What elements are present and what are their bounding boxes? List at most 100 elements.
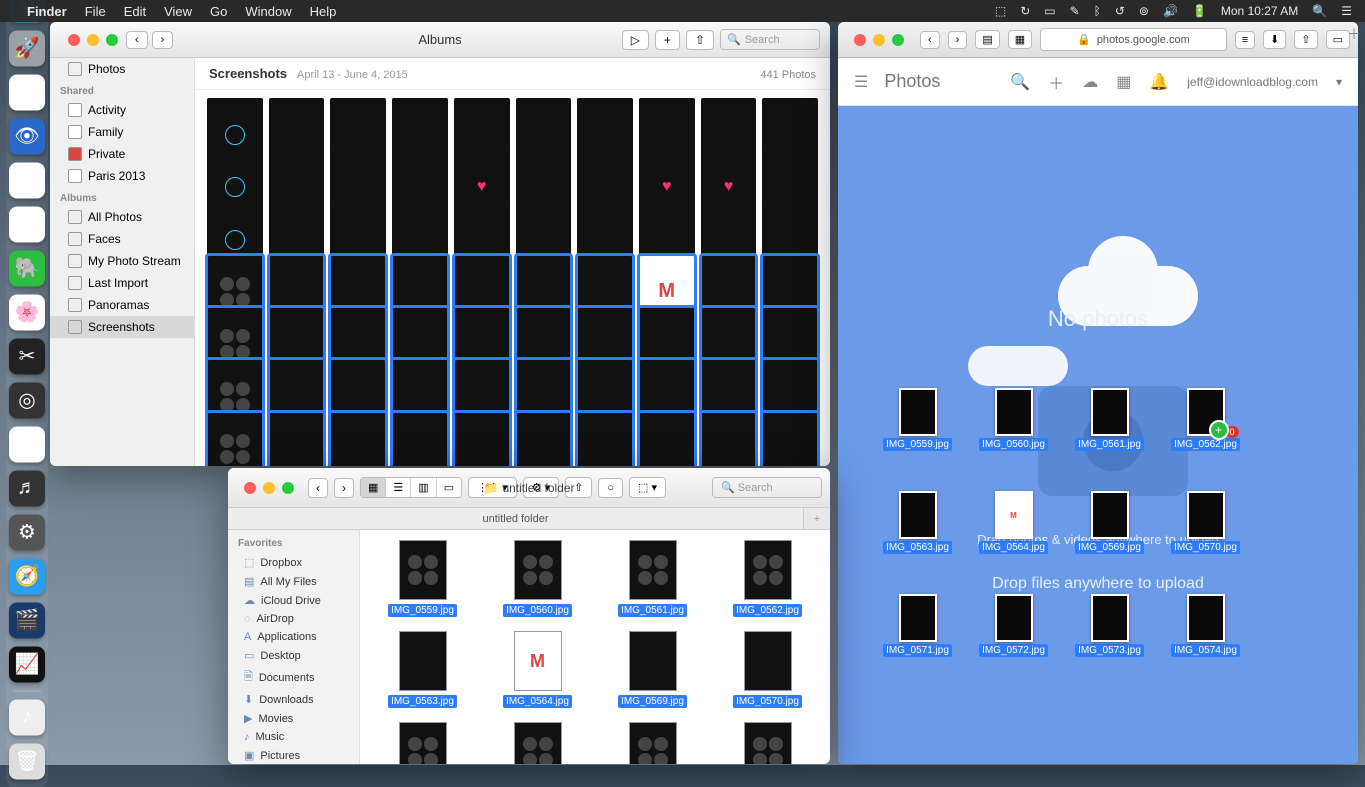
sidebar-item-applications[interactable]: AApplications [228, 628, 359, 646]
tab-untitled[interactable]: untitled folder [228, 508, 804, 529]
photo-thumb[interactable] [330, 412, 386, 466]
add-button[interactable]: + [655, 30, 680, 50]
sidebar-item-downloads[interactable]: ⬇Downloads [228, 690, 359, 709]
sidebar-item-dropbox[interactable]: ⬚Dropbox [228, 553, 359, 572]
sidebar-item-paris-2013[interactable]: Paris 2013 [50, 165, 194, 187]
share-button[interactable]: ⇧ [1294, 30, 1317, 49]
dock-app-itunes[interactable]: ♬ [9, 470, 45, 506]
url-bar[interactable]: 🔒 photos.google.com [1040, 28, 1227, 51]
back-button[interactable]: ‹ [126, 31, 148, 49]
file-item[interactable]: MIMG_0564.jpg [485, 631, 590, 708]
photo-thumb[interactable] [577, 412, 633, 466]
sync-icon[interactable]: ↻ [1015, 4, 1035, 18]
timemachine-icon[interactable]: ↺ [1110, 4, 1130, 18]
reader-button[interactable]: ≡ [1235, 31, 1255, 49]
volume-icon[interactable]: 🔊 [1158, 4, 1183, 18]
search-input[interactable]: 🔍 Search [712, 477, 822, 498]
file-item[interactable]: IMG_0559.jpg [370, 540, 475, 617]
dock-app-preview[interactable]: 👁 [9, 118, 45, 154]
sidebar-item-pictures[interactable]: ▣Pictures [228, 746, 359, 764]
file-item[interactable]: IMG_0574.jpg [715, 722, 820, 764]
search-icon[interactable]: 🔍 [1010, 72, 1030, 92]
share-button[interactable]: ⇧ [686, 30, 714, 50]
photo-thumb[interactable] [762, 412, 818, 466]
list-view-button[interactable]: ☰ [386, 478, 411, 497]
dock-app-chrome[interactable]: ◉ [9, 74, 45, 110]
dock-app-photos2[interactable]: ✿ [9, 426, 45, 462]
sidebar-item-screenshots[interactable]: Screenshots [50, 316, 194, 338]
forward-button[interactable]: › [334, 478, 354, 498]
photo-thumb[interactable] [639, 412, 695, 466]
menu-edit[interactable]: Edit [115, 4, 155, 19]
dock-music-file[interactable]: ♪ [9, 699, 45, 735]
sidebar-item-panoramas[interactable]: Panoramas [50, 294, 194, 316]
photo-thumb[interactable] [269, 412, 325, 466]
file-item[interactable]: IMG_0573.jpg [600, 722, 705, 764]
dock-app-screenflow[interactable]: 🎬 [9, 602, 45, 638]
file-item[interactable]: IMG_0569.jpg [600, 631, 705, 708]
dock-app-fcpx[interactable]: ✂ [9, 338, 45, 374]
dock-app-calendar[interactable]: 8 [9, 206, 45, 242]
menu-go[interactable]: Go [201, 4, 236, 19]
back-button[interactable]: ‹ [920, 31, 940, 49]
menu-view[interactable]: View [155, 4, 201, 19]
dock-app-activity[interactable]: 📈 [9, 646, 45, 682]
dock-trash[interactable]: 🗑 [9, 743, 45, 779]
app-menu[interactable]: Finder [18, 4, 76, 19]
topsites-button[interactable]: ▦ [1008, 30, 1032, 49]
play-button[interactable]: ▷ [622, 30, 649, 50]
upload-icon[interactable]: ☁ [1082, 72, 1098, 92]
notifications-icon[interactable]: ☰ [1336, 4, 1357, 18]
minimize-button[interactable] [263, 482, 275, 494]
search-input[interactable]: 🔍Search [720, 29, 820, 50]
sidebar-item-activity[interactable]: Activity [50, 99, 194, 121]
sidebar-item-icloud-drive[interactable]: ☁iCloud Drive [228, 591, 359, 610]
close-button[interactable] [68, 34, 80, 46]
sidebar-item-faces[interactable]: Faces [50, 228, 194, 250]
dock-app-launchpad[interactable]: 🚀 [9, 30, 45, 66]
dock-app-logic[interactable]: ◎ [9, 382, 45, 418]
sidebar-button[interactable]: ▤ [975, 30, 999, 49]
sidebar-item-all-my-files[interactable]: ▤All My Files [228, 572, 359, 591]
dock-app-slack[interactable]: S [9, 162, 45, 198]
photo-thumb[interactable] [516, 412, 572, 466]
sidebar-item-music[interactable]: ♪Music [228, 728, 359, 746]
battery-icon[interactable]: 🔋 [1187, 4, 1212, 18]
sidebar-item-airdrop[interactable]: ◌AirDrop [228, 610, 359, 628]
file-item[interactable]: IMG_0562.jpg [715, 540, 820, 617]
dock-app-photos[interactable]: 🌸 [9, 294, 45, 330]
close-button[interactable] [854, 34, 866, 46]
wifi-icon[interactable]: ⊚ [1134, 4, 1154, 18]
dock-app-safari[interactable]: 🧭 [9, 558, 45, 594]
coverflow-view-button[interactable]: ▭ [437, 478, 461, 497]
sidebar-item-movies[interactable]: ▶Movies [228, 709, 359, 728]
apps-icon[interactable]: ▦ [1116, 72, 1131, 92]
menu-file[interactable]: File [76, 4, 115, 19]
file-item[interactable]: IMG_0571.jpg [370, 722, 475, 764]
user-email[interactable]: jeff@idownloadblog.com [1187, 75, 1318, 89]
downloads-button[interactable]: ⬇ [1263, 30, 1286, 49]
menu-help[interactable]: Help [301, 4, 346, 19]
sidebar-item-documents[interactable]: 🗎Documents [228, 665, 359, 690]
sidebar-item-private[interactable]: Private [50, 143, 194, 165]
photo-thumb[interactable] [392, 412, 448, 466]
file-item[interactable]: IMG_0560.jpg [485, 540, 590, 617]
dropbox-button[interactable]: ⬚ ▾ [629, 477, 666, 498]
display-icon[interactable]: ▭ [1039, 4, 1060, 18]
file-item[interactable]: IMG_0563.jpg [370, 631, 475, 708]
photo-thumb[interactable] [454, 412, 510, 466]
forward-button[interactable]: › [152, 31, 174, 49]
sidebar-item-last-import[interactable]: Last Import [50, 272, 194, 294]
file-item[interactable]: IMG_0572.jpg [485, 722, 590, 764]
notifications-icon[interactable]: 🔔 [1149, 72, 1169, 92]
column-view-button[interactable]: ▥ [411, 478, 436, 497]
sidebar-item-all-photos[interactable]: All Photos [50, 206, 194, 228]
minimize-button[interactable] [87, 34, 99, 46]
tags-button[interactable]: ○ [598, 478, 623, 498]
back-button[interactable]: ‹ [308, 478, 328, 498]
sidebar-item-family[interactable]: Family [50, 121, 194, 143]
file-item[interactable]: IMG_0570.jpg [715, 631, 820, 708]
maximize-button[interactable] [892, 34, 904, 46]
photo-thumb[interactable] [701, 412, 757, 466]
new-tab-button[interactable]: + [804, 508, 830, 529]
